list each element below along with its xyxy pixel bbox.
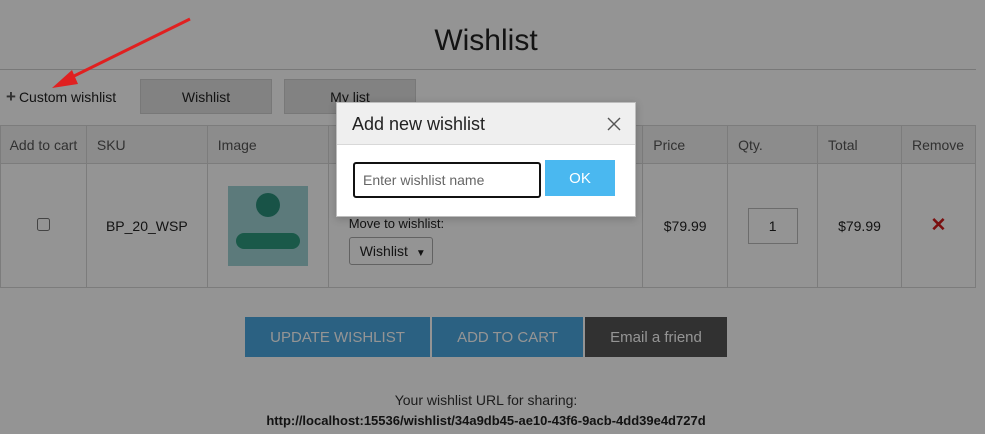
close-icon[interactable] bbox=[606, 116, 622, 132]
dialog-header: Add new wishlist bbox=[337, 103, 635, 145]
modal-overlay[interactable] bbox=[0, 0, 985, 434]
dialog-title: Add new wishlist bbox=[352, 114, 486, 134]
add-wishlist-dialog: Add new wishlist OK bbox=[336, 102, 636, 217]
ok-button[interactable]: OK bbox=[545, 160, 615, 196]
wishlist-name-input[interactable] bbox=[353, 162, 541, 198]
